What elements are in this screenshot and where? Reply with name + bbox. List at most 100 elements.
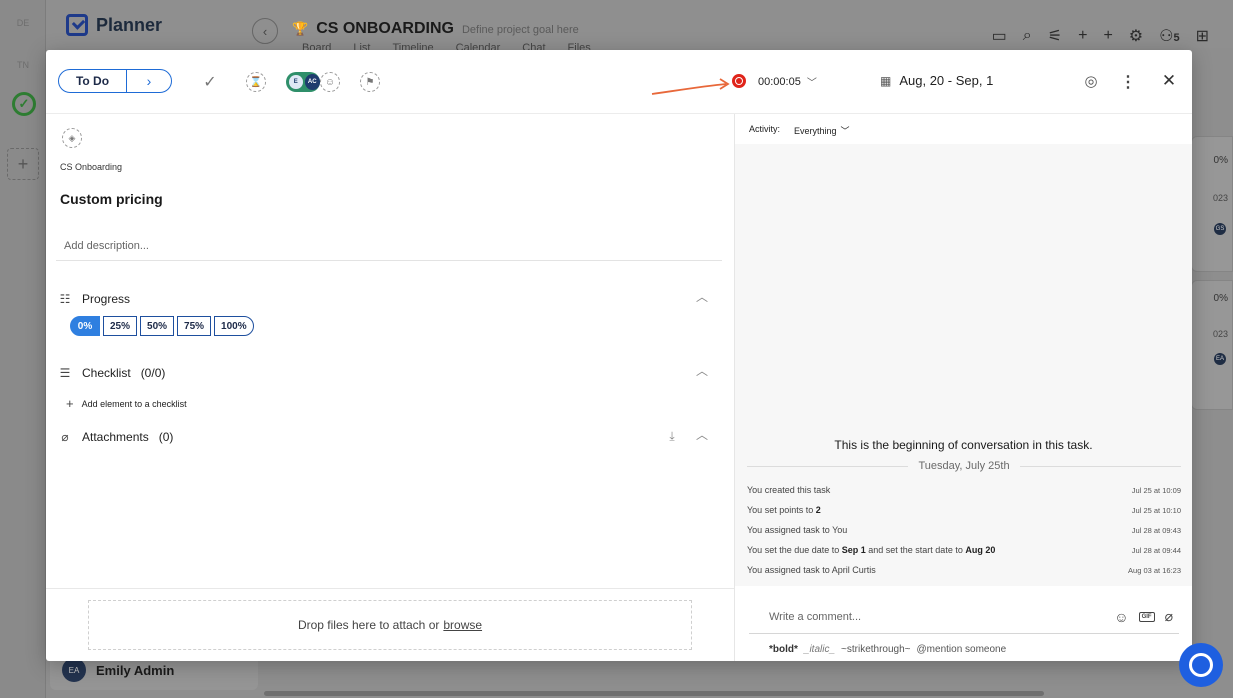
comment-placeholder: Write a comment... <box>769 610 862 623</box>
date-range[interactable]: ▦ Aug, 20 - Sep, 1 <box>880 73 993 88</box>
comment-input[interactable]: Write a comment... ☺ GIF ⌀ <box>749 600 1179 634</box>
project-name[interactable]: CS ONBOARDING <box>316 20 454 38</box>
attach-icon[interactable]: ⌀ <box>1165 608 1173 625</box>
collapse-chevron-up-icon[interactable]: ︿ <box>694 290 710 304</box>
status-selector[interactable]: To Do › <box>58 69 172 93</box>
horizontal-scrollbar[interactable] <box>264 691 1044 696</box>
tab-chat[interactable]: Chat <box>522 42 545 50</box>
annotation-arrow-icon <box>651 78 730 95</box>
background-task-card[interactable]: 0% 023 EA <box>1191 280 1233 410</box>
card-date: 023 <box>1212 329 1228 339</box>
settings-icon[interactable]: ⚙ <box>1129 26 1143 46</box>
hint-mention: @mention someone <box>916 644 1007 655</box>
members-button[interactable]: ⚇5 <box>1159 26 1179 46</box>
card-date: 023 <box>1212 193 1228 203</box>
avatar: EA <box>62 658 86 682</box>
emoji-icon[interactable]: ☺ <box>1114 609 1128 625</box>
more-options-icon[interactable]: ⋮ <box>1120 72 1136 92</box>
hourglass-icon[interactable]: ⌛ <box>246 72 266 92</box>
search-icon[interactable]: ⌕ <box>1023 27 1032 45</box>
tab-timeline[interactable]: Timeline <box>392 42 433 50</box>
time-tracker[interactable]: 00:00:05 ﹀ <box>758 74 817 90</box>
progress-options: 0% 25% 50% 75% 100% <box>70 316 254 336</box>
project-header: 🏆 CS ONBOARDING Define project goal here <box>292 20 579 38</box>
activity-item: You assigned task to You Jul 28 at 09:43 <box>747 525 1181 535</box>
flag-icon[interactable]: ⚑ <box>360 72 380 92</box>
activity-time: Jul 28 at 09:43 <box>1131 525 1181 535</box>
tab-calendar[interactable]: Calendar <box>456 42 501 50</box>
add-icon[interactable]: + <box>1103 27 1112 45</box>
collapse-chevron-up-icon[interactable]: ︿ <box>694 364 710 378</box>
progress-option-0[interactable]: 0% <box>70 316 100 336</box>
project-label: CS Onboarding <box>60 162 123 172</box>
workspace-logo-icon[interactable]: ✓ <box>12 92 36 116</box>
activity-item: You set the due date to Sep 1 and set th… <box>747 545 1181 555</box>
progress-section-header: ☷ Progress <box>58 292 130 306</box>
progress-icon: ☷ <box>59 292 71 306</box>
video-icon[interactable]: ▭ <box>992 26 1007 46</box>
task-modal-header: To Do › ✓ ⌛ E AC ☺ ⚑ 00:00:05 ﹀ ▦ Aug, 2… <box>46 50 1192 114</box>
file-dropzone[interactable]: Drop files here to attach or browse <box>88 600 692 650</box>
card-progress: 0% <box>1213 293 1228 304</box>
progress-label: Progress <box>82 292 131 306</box>
progress-option-75[interactable]: 75% <box>177 316 212 336</box>
hint-italic: _italic_ <box>803 644 836 655</box>
browse-link[interactable]: browse <box>443 618 482 632</box>
background-task-card[interactable]: 0% 023 GS <box>1191 136 1233 272</box>
status-label[interactable]: To Do <box>59 70 127 92</box>
user-name: Emily Admin <box>96 662 175 678</box>
checklist-label: Checklist <box>82 366 131 380</box>
workspace-chip[interactable]: TN <box>12 54 34 76</box>
progress-option-25[interactable]: 25% <box>103 316 138 336</box>
checklist-icon: ☰ <box>59 366 71 380</box>
next-status-chevron-icon[interactable]: › <box>127 73 171 89</box>
add-workspace-button[interactable]: + <box>7 148 39 180</box>
activity-item: You set points to 2 Jul 25 at 10:10 <box>747 505 1181 515</box>
tab-files[interactable]: Files <box>568 42 591 50</box>
activity-filter-dropdown[interactable]: Everything ﹀ <box>794 124 850 137</box>
close-icon[interactable]: ✕ <box>1160 71 1178 91</box>
add-icon[interactable]: + <box>1078 27 1087 45</box>
calendar-icon: ▦ <box>880 73 892 88</box>
task-title[interactable]: Custom pricing <box>60 191 163 207</box>
day-separator: Tuesday, July 25th <box>747 460 1182 472</box>
plus-icon: + <box>66 396 74 411</box>
collapse-sidebar-button[interactable]: ‹ <box>252 18 278 44</box>
tag-icon[interactable]: ◈ <box>62 128 82 148</box>
activity-time: Jul 28 at 09:44 <box>1131 545 1181 555</box>
app-rail: DE TN ✓ + <box>0 0 46 698</box>
description-field[interactable]: Add description... <box>56 231 722 261</box>
gif-icon[interactable]: GIF <box>1138 611 1155 622</box>
collapse-chevron-up-icon[interactable]: ︿ <box>694 428 710 442</box>
workspace-chip[interactable]: DE <box>12 12 34 34</box>
record-time-button[interactable] <box>732 74 746 88</box>
avatar: AC <box>304 74 320 90</box>
activity-filter-bar: Activity: Everything ﹀ <box>749 124 850 137</box>
add-assignee-icon[interactable]: ☺ <box>320 72 340 92</box>
paperclip-icon: ⌀ <box>61 430 69 444</box>
progress-option-50[interactable]: 50% <box>140 316 175 336</box>
download-icon[interactable]: ⤓ <box>664 429 680 443</box>
assignees[interactable]: E AC <box>286 72 320 92</box>
tab-list[interactable]: List <box>353 42 370 50</box>
progress-option-100[interactable]: 100% <box>214 316 254 336</box>
brand: Planner <box>66 14 162 36</box>
complete-check-icon[interactable]: ✓ <box>200 72 220 92</box>
layout-icon[interactable]: ⊞ <box>1196 26 1209 46</box>
formatting-hint: *bold* _italic_ ~strikethrough~ @mention… <box>769 644 1006 655</box>
trophy-icon: 🏆 <box>292 21 309 36</box>
filter-icon[interactable]: ⚟ <box>1048 26 1062 46</box>
avatar: EA <box>1214 353 1226 365</box>
tab-board[interactable]: Board <box>302 42 331 50</box>
hint-strike: ~strikethrough~ <box>841 644 911 655</box>
timer-value: 00:00:05 <box>758 75 801 88</box>
help-chat-button[interactable] <box>1179 643 1223 687</box>
date-range-value: Aug, 20 - Sep, 1 <box>899 73 994 88</box>
watch-icon[interactable]: ◎ <box>1080 70 1102 92</box>
attachments-section-header: ⌀ Attachments (0) <box>58 430 173 444</box>
project-goal[interactable]: Define project goal here <box>462 24 579 36</box>
attachments-count: (0) <box>158 430 174 444</box>
hint-bold: *bold* <box>769 644 798 655</box>
task-details-pane: ◈ CS Onboarding Custom pricing Add descr… <box>46 114 734 661</box>
add-checklist-item-button[interactable]: + Add element to a checklist <box>66 396 187 411</box>
